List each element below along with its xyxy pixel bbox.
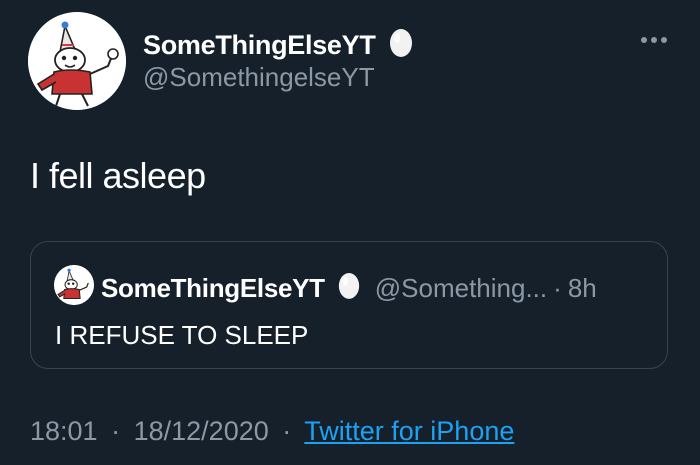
author-handle[interactable]: @SomethingelseYT [143,62,375,93]
tweet-timestamp-time[interactable]: 18:01 [30,416,98,446]
cartoon-character-avatar-icon [54,265,94,305]
quoted-author-handle[interactable]: @Something... [375,273,547,304]
tweet-source-link[interactable]: Twitter for iPhone [304,416,514,446]
separator-dot: · [111,416,121,446]
more-options-icon [641,37,667,43]
separator-dot: · [553,273,562,303]
quoted-tweet-time[interactable]: 8h [568,273,597,304]
author-display-name[interactable]: SomeThingElseYT [143,26,414,65]
egg-icon [337,270,361,307]
tweet-text: I fell asleep [30,155,206,196]
author-name-text: SomeThingElseYT [143,30,376,60]
tweet-metadata: 18:01 · 18/12/2020 · Twitter for iPhone [30,416,514,447]
tweet-timestamp-date[interactable]: 18/12/2020 [134,416,269,446]
author-avatar[interactable] [28,12,126,110]
more-options-button[interactable] [636,30,672,50]
quoted-author-avatar[interactable] [54,265,94,305]
separator-dot: · [282,416,292,446]
tweet-card: SomeThingElseYT @SomethingelseYT I fell … [0,0,700,465]
quoted-tweet[interactable]: SomeThingElseYT @Something... · 8h I REF… [30,241,668,369]
quoted-tweet-header: SomeThingElseYT @Something... · 8h [101,270,597,307]
egg-icon [388,26,414,65]
cartoon-character-avatar-icon [28,12,126,110]
quoted-author-name[interactable]: SomeThingElseYT [101,273,325,304]
quoted-tweet-text: I REFUSE TO SLEEP [55,320,309,350]
